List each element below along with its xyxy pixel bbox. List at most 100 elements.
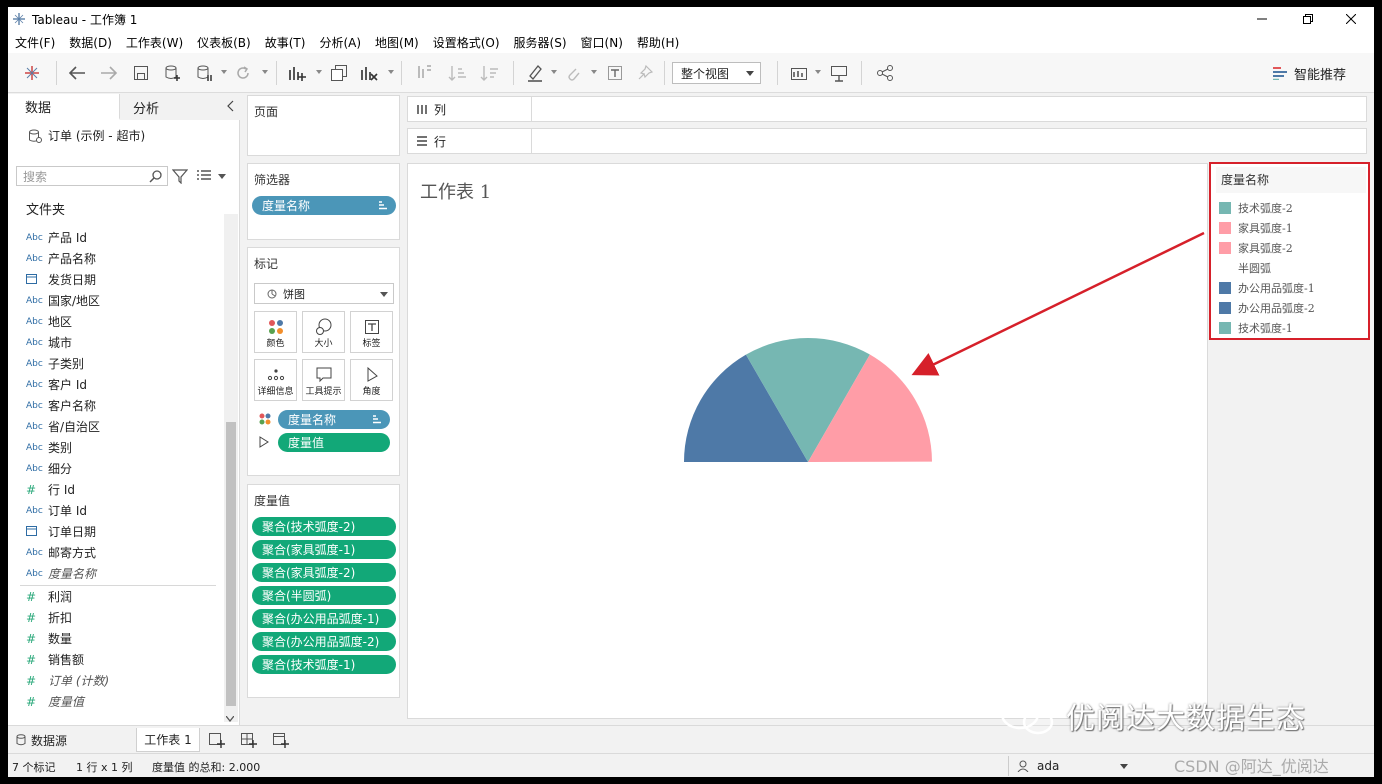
undo-button[interactable] bbox=[66, 63, 88, 83]
menu-help[interactable]: 帮助(H) bbox=[630, 34, 686, 51]
tab-sheet-1[interactable]: 工作表 1 bbox=[136, 728, 200, 752]
show-me-button[interactable]: 智能推荐 bbox=[1272, 63, 1346, 83]
tab-data[interactable]: 数据 bbox=[8, 94, 120, 120]
legend-item[interactable]: 半圆弧 bbox=[1219, 258, 1271, 278]
field-measure-3[interactable]: # 销售额 bbox=[20, 649, 226, 670]
share-button[interactable] bbox=[874, 63, 896, 83]
user-menu[interactable]: ada bbox=[1008, 756, 1132, 776]
new-story-icon[interactable] bbox=[272, 731, 290, 749]
clear-sheet-button[interactable] bbox=[358, 63, 380, 83]
tab-analysis[interactable]: 分析 bbox=[120, 94, 240, 120]
field-dim-0[interactable]: Abc 产品 Id bbox=[20, 227, 226, 248]
restore-button[interactable] bbox=[1285, 7, 1331, 31]
filters-card[interactable]: 筛选器 度量名称 bbox=[247, 163, 400, 240]
field-measure-4[interactable]: # 订单 (计数) bbox=[20, 670, 226, 691]
search-field[interactable]: 搜索 bbox=[16, 166, 168, 186]
pause-updates-button[interactable] bbox=[194, 63, 216, 83]
size-button[interactable]: 大小 bbox=[302, 311, 345, 353]
field-dim-3[interactable]: Abc 国家/地区 bbox=[20, 290, 226, 311]
measure-value-pill[interactable]: 聚合(技术弧度-1) bbox=[252, 655, 396, 674]
legend-item[interactable]: 办公用品弧度-1 bbox=[1219, 278, 1315, 298]
new-worksheet-icon[interactable] bbox=[208, 731, 226, 749]
menu-analysis[interactable]: 分析(A) bbox=[312, 34, 368, 51]
field-measure-5[interactable]: # 度量值 bbox=[20, 691, 226, 712]
field-dim-9[interactable]: Abc 省/自治区 bbox=[20, 416, 226, 437]
field-dim-1[interactable]: Abc 产品名称 bbox=[20, 248, 226, 269]
pages-card[interactable]: 页面 bbox=[247, 95, 400, 156]
show-cards-button[interactable] bbox=[788, 63, 810, 83]
menu-data[interactable]: 数据(D) bbox=[62, 34, 119, 51]
presentation-mode-button[interactable] bbox=[828, 63, 850, 83]
filter-icon[interactable] bbox=[172, 168, 188, 184]
half-pie-chart[interactable] bbox=[408, 164, 1209, 720]
field-dim-16[interactable]: Abc 度量名称 bbox=[20, 563, 226, 584]
minimize-button[interactable] bbox=[1239, 7, 1285, 31]
angle-pill-measure-values[interactable]: 度量值 bbox=[278, 433, 390, 452]
menu-worksheet[interactable]: 工作表(W) bbox=[119, 34, 190, 51]
new-datasource-button[interactable] bbox=[162, 63, 184, 83]
new-dashboard-icon[interactable] bbox=[240, 731, 258, 749]
legend-item[interactable]: 家具弧度-1 bbox=[1219, 218, 1293, 238]
view-list-icon[interactable] bbox=[196, 169, 212, 181]
fit-view-select[interactable]: 整个视图 bbox=[672, 62, 761, 84]
tooltip-button[interactable]: 工具提示 bbox=[302, 359, 345, 401]
measure-value-pill[interactable]: 聚合(办公用品弧度-1) bbox=[252, 609, 396, 628]
legend-item[interactable]: 家具弧度-2 bbox=[1219, 238, 1293, 258]
chevron-down-icon[interactable] bbox=[218, 174, 226, 179]
field-dim-7[interactable]: Abc 客户 Id bbox=[20, 374, 226, 395]
color-pill-measure-names[interactable]: 度量名称 bbox=[278, 410, 390, 429]
measure-value-pill[interactable]: 聚合(家具弧度-2) bbox=[252, 563, 396, 582]
detail-button[interactable]: 详细信息 bbox=[254, 359, 297, 401]
swap-button[interactable] bbox=[414, 63, 436, 83]
chevron-down-icon[interactable] bbox=[226, 716, 234, 722]
field-dim-2[interactable]: 发货日期 bbox=[20, 269, 226, 290]
measure-value-pill[interactable]: 聚合(办公用品弧度-2) bbox=[252, 632, 396, 651]
angle-button[interactable]: 角度 bbox=[350, 359, 393, 401]
menu-format[interactable]: 设置格式(O) bbox=[426, 34, 507, 51]
rows-shelf[interactable]: 行 bbox=[407, 128, 1367, 154]
mark-type-select[interactable]: 饼图 bbox=[254, 283, 394, 304]
measure-value-pill[interactable]: 聚合(家具弧度-1) bbox=[252, 540, 396, 559]
refresh-button[interactable] bbox=[232, 63, 254, 83]
field-dim-8[interactable]: Abc 客户名称 bbox=[20, 395, 226, 416]
filter-pill-measure-names[interactable]: 度量名称 bbox=[252, 196, 396, 215]
measure-value-pill[interactable]: 聚合(半圆弧) bbox=[252, 586, 396, 605]
field-dim-5[interactable]: Abc 城市 bbox=[20, 332, 226, 353]
field-measure-0[interactable]: # 利润 bbox=[20, 586, 226, 607]
field-list-scrollbar[interactable] bbox=[224, 214, 238, 722]
save-button[interactable] bbox=[130, 63, 152, 83]
field-dim-13[interactable]: Abc 订单 Id bbox=[20, 500, 226, 521]
field-dim-14[interactable]: 订单日期 bbox=[20, 521, 226, 542]
field-dim-6[interactable]: Abc 子类别 bbox=[20, 353, 226, 374]
color-legend[interactable]: 度量名称 技术弧度-2 家具弧度-1 家具弧度-2 半圆弧 办公用品弧度-1 办… bbox=[1209, 162, 1370, 340]
menu-window[interactable]: 窗口(N) bbox=[574, 34, 630, 51]
menu-dashboard[interactable]: 仪表板(B) bbox=[190, 34, 258, 51]
pie-slice[interactable] bbox=[684, 461, 933, 587]
chevron-left-icon[interactable] bbox=[226, 99, 236, 113]
label-button[interactable]: 标签 bbox=[350, 311, 393, 353]
field-dim-11[interactable]: Abc 细分 bbox=[20, 458, 226, 479]
legend-item[interactable]: 技术弧度-1 bbox=[1219, 318, 1293, 338]
duplicate-sheet-button[interactable] bbox=[328, 63, 350, 83]
menu-map[interactable]: 地图(M) bbox=[368, 34, 426, 51]
redo-button[interactable] bbox=[98, 63, 120, 83]
measure-value-pill[interactable]: 聚合(技术弧度-2) bbox=[252, 517, 396, 536]
field-measure-1[interactable]: # 折扣 bbox=[20, 607, 226, 628]
fix-axes-button[interactable] bbox=[634, 63, 656, 83]
menu-server[interactable]: 服务器(S) bbox=[507, 34, 574, 51]
tableau-home-button[interactable] bbox=[21, 63, 43, 83]
close-button[interactable] bbox=[1328, 7, 1374, 31]
color-button[interactable]: 颜色 bbox=[254, 311, 297, 353]
highlight-button[interactable] bbox=[524, 63, 546, 83]
columns-shelf[interactable]: 列 bbox=[407, 96, 1367, 122]
show-labels-button[interactable] bbox=[604, 63, 626, 83]
field-measure-2[interactable]: # 数量 bbox=[20, 628, 226, 649]
sort-ascending-button[interactable] bbox=[446, 63, 468, 83]
menu-file[interactable]: 文件(F) bbox=[8, 34, 62, 51]
field-dim-15[interactable]: Abc 邮寄方式 bbox=[20, 542, 226, 563]
sort-descending-button[interactable] bbox=[478, 63, 500, 83]
new-worksheet-button[interactable] bbox=[286, 63, 308, 83]
menu-story[interactable]: 故事(T) bbox=[258, 34, 313, 51]
legend-item[interactable]: 办公用品弧度-2 bbox=[1219, 298, 1315, 318]
field-dim-12[interactable]: # 行 Id bbox=[20, 479, 226, 500]
